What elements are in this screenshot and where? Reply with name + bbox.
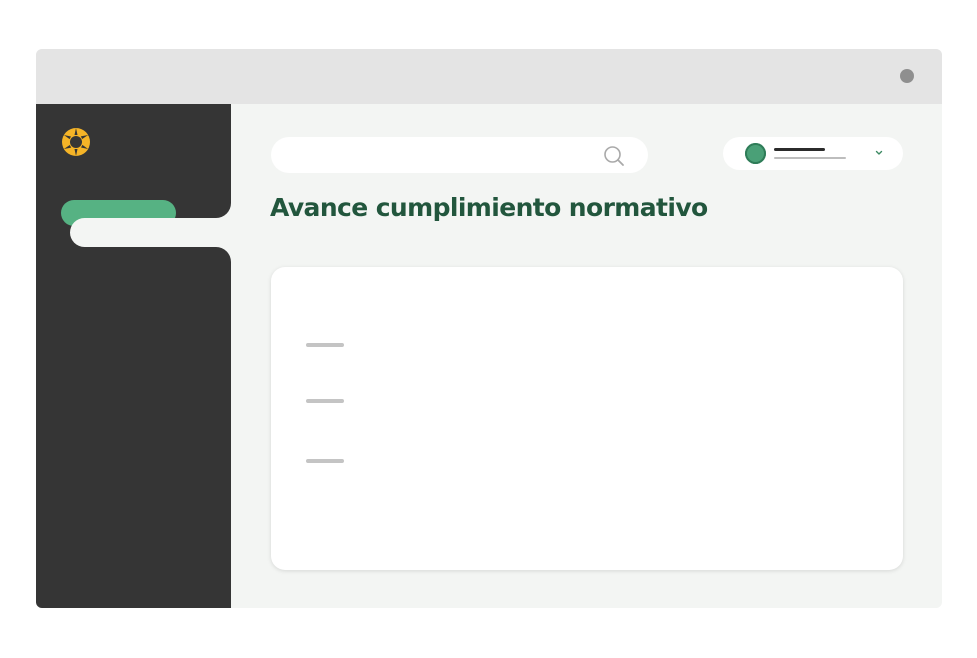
sidebar-tab-notch-top	[216, 203, 231, 218]
user-menu[interactable]	[723, 137, 903, 170]
sidebar	[36, 104, 231, 608]
user-role-placeholder	[774, 157, 846, 159]
app-window: Avance cumplimiento normativo	[36, 49, 942, 608]
list-item-placeholder	[306, 343, 344, 347]
sidebar-item-active[interactable]	[70, 218, 240, 247]
app-logo-icon[interactable]	[60, 126, 92, 158]
search-bar[interactable]	[271, 137, 648, 173]
page-title: Avance cumplimiento normativo	[270, 193, 708, 222]
content-card	[271, 267, 903, 570]
list-item-placeholder	[306, 459, 344, 463]
avatar[interactable]	[745, 143, 766, 164]
chevron-down-icon[interactable]	[873, 147, 885, 159]
window-control-dot[interactable]	[900, 69, 914, 83]
user-name-placeholder	[774, 148, 825, 151]
list-item-placeholder	[306, 399, 344, 403]
sidebar-tab-notch-bottom	[216, 247, 231, 262]
search-icon[interactable]	[603, 145, 625, 167]
window-titlebar	[36, 49, 942, 104]
